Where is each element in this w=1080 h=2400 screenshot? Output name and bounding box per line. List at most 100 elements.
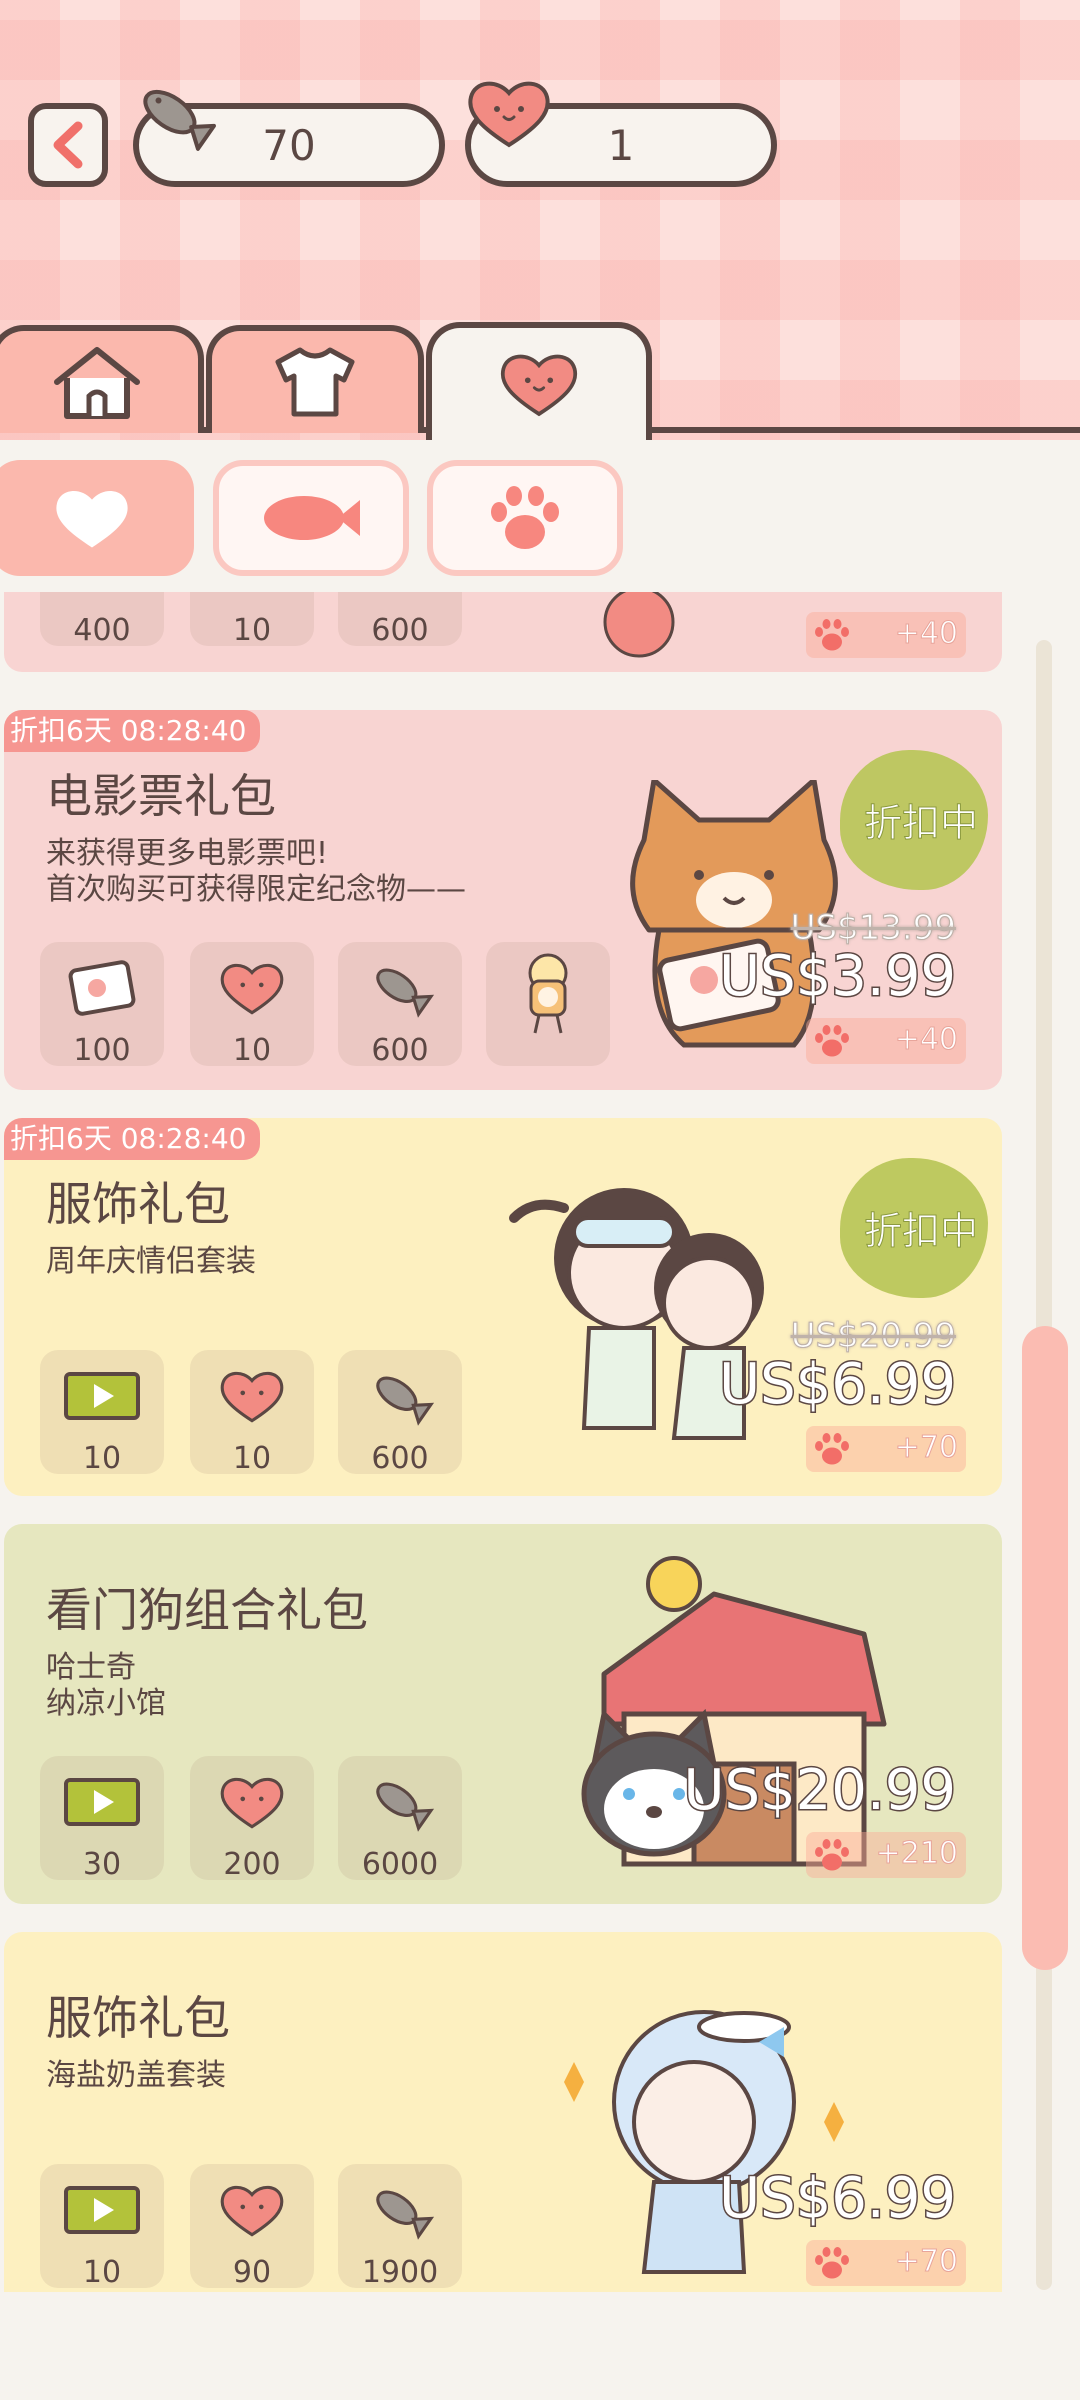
item-slot: 10 [190, 942, 314, 1068]
subtab-hearts[interactable] [0, 460, 194, 576]
item-slot: 600 [338, 592, 462, 648]
item-slot: 1900 [338, 2164, 462, 2290]
paw-icon [815, 1433, 849, 1465]
item-slot: 10 [190, 592, 314, 648]
scrollbar-thumb[interactable] [1022, 1326, 1068, 1970]
price[interactable]: US$6.99 [718, 1351, 958, 1419]
bonus-value: +70 [894, 2244, 958, 2280]
card-description: 周年庆情侣套装 [46, 1244, 256, 1279]
paw-icon [491, 486, 559, 549]
heart-icon [220, 963, 284, 1015]
item-slot: 90 [190, 2164, 314, 2290]
bonus-value: +70 [894, 1430, 958, 1466]
original-price: US$13.99 [790, 908, 956, 949]
bonus-tag: +70 [806, 1426, 966, 1472]
card-title: 服饰礼包 [46, 1177, 230, 1231]
green-ticket-icon [64, 2186, 140, 2234]
flower-icon [603, 592, 675, 658]
bonus-tag: +40 [806, 612, 966, 658]
item-slot: 200 [190, 1756, 314, 1882]
discount-label: 折扣中 [863, 801, 978, 846]
card-title: 服饰礼包 [46, 1991, 230, 2045]
item-slot: 400 [40, 592, 164, 648]
card-title: 电影票礼包 [46, 769, 276, 823]
fish-icon [376, 2190, 435, 2240]
item-count: 600 [371, 1033, 429, 1068]
fish-icon [376, 968, 435, 1018]
heart-face-icon [500, 354, 578, 417]
tab-clothes[interactable] [206, 325, 424, 433]
item-count: 100 [73, 1033, 131, 1068]
tab-home[interactable] [0, 325, 204, 433]
item-count: 10 [82, 1441, 122, 1476]
item-count: 200 [223, 1847, 281, 1882]
bonus-value: +40 [894, 616, 958, 652]
paw-icon [815, 619, 849, 651]
back-arrow-icon [53, 121, 83, 169]
green-ticket-icon [64, 1778, 140, 1826]
bonus-tag: +40 [806, 1018, 966, 1064]
discount-label: 折扣中 [863, 1209, 978, 1254]
ticket-icon [68, 960, 136, 1016]
fish-icon [376, 1782, 435, 1832]
fish-counter[interactable]: 70 [133, 89, 445, 187]
price[interactable]: US$3.99 [718, 943, 958, 1011]
popcorn-figure-icon [528, 953, 568, 1034]
tab-gifts[interactable] [426, 322, 652, 440]
heart-count: 1 [607, 120, 635, 170]
fish-count: 70 [262, 120, 316, 170]
bonus-tag: +70 [806, 2240, 966, 2286]
gift-card-partial[interactable]: 400 10 600 +40 [4, 592, 1002, 672]
paw-icon [815, 1839, 849, 1871]
item-slot: 10 [40, 1350, 164, 1476]
price[interactable]: US$6.99 [718, 2165, 958, 2233]
heart-icon [56, 490, 128, 548]
card-title: 看门狗组合礼包 [46, 1583, 368, 1637]
item-slot: 100 [40, 942, 164, 1068]
shirt-icon [275, 347, 355, 417]
gift-card-couple-outfit[interactable]: 折扣6天 08:28:40 服饰礼包 周年庆情侣套装 折扣中 US$20.99 … [4, 1118, 1002, 1496]
item-slot: 6000 [338, 1756, 462, 1882]
heart-counter[interactable]: 1 [465, 81, 777, 187]
price[interactable]: US$20.99 [682, 1757, 957, 1825]
item-slot: 10 [40, 2164, 164, 2290]
bonus-value: +40 [894, 1022, 958, 1058]
gift-card-movie-ticket[interactable]: 折扣6天 08:28:40 电影票礼包 来获得更多电影票吧! 首次购买可获得限定… [4, 710, 1002, 1090]
item-count: 10 [232, 613, 272, 648]
card-description: 来获得更多电影票吧! [46, 836, 329, 871]
green-ticket-icon [64, 1372, 140, 1420]
discount-timer-badge: 折扣6天 08:28:40 [4, 710, 261, 752]
fish-icon [376, 1376, 435, 1426]
heart-icon [220, 2185, 284, 2237]
item-count: 1900 [361, 2255, 439, 2290]
gift-card-sea-salt-outfit[interactable]: 服饰礼包 海盐奶盖套装 US$6.99 +70 10 90 1900 [4, 1932, 1002, 2292]
item-count: 10 [232, 1033, 272, 1068]
item-count: 30 [82, 1847, 122, 1882]
heart-icon [220, 1371, 284, 1423]
item-count: 400 [73, 613, 131, 648]
bonus-value: +210 [875, 1836, 958, 1872]
bonus-tag: +210 [806, 1832, 966, 1878]
fish-icon [143, 89, 216, 151]
item-count: 600 [371, 613, 429, 648]
card-description: 首次购买可获得限定纪念物—— [46, 872, 466, 907]
gift-pack-list[interactable]: 400 10 600 +40 折扣6天 08:28:40 电影票礼包 来获得更多… [0, 592, 1010, 2292]
item-count: 90 [232, 2255, 272, 2290]
back-button[interactable] [28, 103, 108, 187]
item-slot: 600 [338, 1350, 462, 1476]
item-count: 10 [82, 2255, 122, 2290]
item-count: 6000 [361, 1847, 439, 1882]
paw-icon [815, 1025, 849, 1057]
item-slot: 600 [338, 942, 462, 1068]
item-slot: 30 [40, 1756, 164, 1882]
subtab-fish[interactable] [213, 460, 409, 576]
gift-card-watchdog-combo[interactable]: 看门狗组合礼包 哈士奇 纳凉小馆 US$20.99 +210 30 200 60… [4, 1524, 1002, 1904]
original-price: US$20.99 [790, 1316, 956, 1357]
card-description: 海盐奶盖套装 [46, 2058, 226, 2093]
subtab-paw[interactable] [427, 460, 623, 576]
card-description: 纳凉小馆 [46, 1686, 166, 1721]
heart-icon [220, 1777, 284, 1829]
item-slot [486, 942, 610, 1066]
paw-icon [815, 2247, 849, 2279]
item-count: 600 [371, 1441, 429, 1476]
